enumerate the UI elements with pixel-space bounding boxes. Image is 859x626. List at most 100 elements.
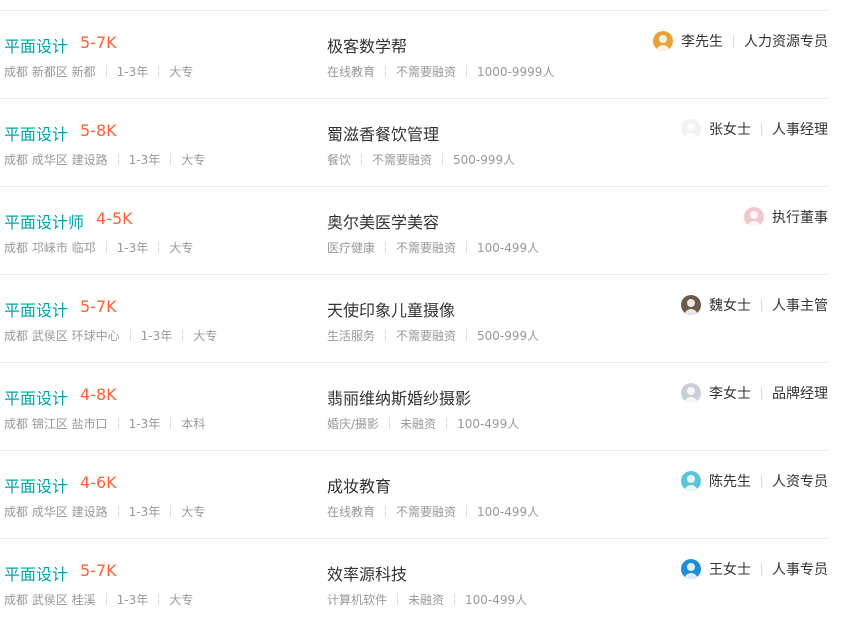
separator [158,66,160,77]
company-funding: 不需要融资 [396,329,457,343]
separator [117,154,119,165]
company-name-link[interactable]: 翡丽维纳斯婚纱摄影 [327,385,471,409]
separator [733,34,734,48]
separator [454,594,456,605]
job-salary: 5-7K [80,561,117,580]
photo-avatar-icon [681,295,701,315]
separator [117,506,119,517]
job-card[interactable]: 平面设计 4-6K 成都 成华区 建设路 1-3年 大专 成妆教育 在线教育 不需要融资 100… [0,451,828,539]
company-size: 500-999人 [477,329,540,343]
separator [761,298,762,312]
separator [158,242,160,253]
job-salary: 5-7K [80,297,117,316]
company-name-link[interactable]: 极客数学帮 [327,33,407,57]
company-funding: 未融资 [408,593,445,607]
job-card[interactable]: 平面设计 5-7K 成都 武侯区 环球中心 1-3年 大专 天使印象儿童摄像 生活服务 不需要… [0,275,828,363]
recruiter-title: 人事专员 [772,562,828,578]
recruiter-title: 人资专员 [772,474,828,490]
job-salary: 4-6K [80,473,117,492]
separator [466,506,468,517]
job-location: 成都 武侯区 桂溪 [4,593,96,607]
job-card[interactable]: 平面设计 5-8K 成都 成华区 建设路 1-3年 大专 蜀滋香餐饮管理 餐饮 不需要融资 50… [0,99,828,187]
separator [105,66,107,77]
separator [385,506,387,517]
company-industry: 医疗健康 [327,241,376,255]
recruiter-info[interactable]: 李先生 人力资源专员 [653,31,828,51]
sketch-avatar-icon [681,119,701,139]
separator [182,330,184,341]
recruiter-info[interactable]: 执行董事 [744,207,828,227]
separator [170,506,172,517]
company-size: 100-499人 [477,505,540,519]
recruiter-title: 人事主管 [772,298,828,314]
company-size: 500-999人 [453,153,516,167]
recruiter-info[interactable]: 张女士 人事经理 [681,119,828,139]
recruiter-title: 品牌经理 [772,386,828,402]
company-name-link[interactable]: 天使印象儿童摄像 [327,297,455,321]
company-funding: 未融资 [400,417,437,431]
job-location: 成都 成华区 建设路 [4,153,108,167]
separator [466,330,468,341]
separator [361,154,363,165]
job-location: 成都 成华区 建设路 [4,505,108,519]
job-salary: 4-5K [96,209,133,228]
separator [385,66,387,77]
job-requirements: 成都 成华区 建设路 1-3年 大专 [4,151,205,168]
job-experience: 1-3年 [116,593,149,607]
company-size: 1000-9999人 [477,65,555,79]
job-card[interactable]: 平面设计师 4-5K 成都 邛崃市 临邛 1-3年 大专 奥尔美医学美容 医疗健康 不需要融资… [0,187,828,275]
cartoon-man-avatar-icon [681,471,701,491]
separator [466,66,468,77]
company-funding: 不需要融资 [396,505,457,519]
recruiter-info[interactable]: 王女士 人事专员 [681,559,828,579]
job-experience: 1-3年 [116,65,149,79]
company-info: 在线教育 不需要融资 1000-9999人 [327,63,554,80]
recruiter-title: 执行董事 [772,210,828,226]
job-title-link[interactable]: 平面设计 [4,473,68,497]
cartoon-avatar-icon [653,31,673,51]
separator [170,418,172,429]
job-list: 平面设计 5-7K 成都 新都区 新都 1-3年 大专 极客数学帮 在线教育 不需要融资 100… [0,11,828,626]
job-education: 大专 [169,593,194,607]
recruiter-info[interactable]: 魏女士 人事主管 [681,295,828,315]
company-industry: 婚庆/摄影 [327,417,380,431]
separator [397,594,399,605]
job-card[interactable]: 平面设计 4-8K 成都 锦江区 盐市口 1-3年 本科 翡丽维纳斯婚纱摄影 婚庆/摄影 未融… [0,363,828,451]
company-name-link[interactable]: 蜀滋香餐饮管理 [327,121,439,145]
job-experience: 1-3年 [128,417,161,431]
job-title-link[interactable]: 平面设计 [4,385,68,409]
job-title-link[interactable]: 平面设计 [4,33,68,57]
company-logo-icon [681,559,701,579]
job-education: 大专 [181,153,206,167]
girl-avatar-icon [681,383,701,403]
job-requirements: 成都 邛崃市 临邛 1-3年 大专 [4,239,193,256]
recruiter-name: 李先生 [681,34,723,50]
job-location: 成都 武侯区 环球中心 [4,329,120,343]
job-card[interactable]: 平面设计 5-7K 成都 新都区 新都 1-3年 大专 极客数学帮 在线教育 不需要融资 100… [0,11,828,99]
separator [158,594,160,605]
job-location: 成都 锦江区 盐市口 [4,417,108,431]
job-education: 大专 [169,65,194,79]
company-name-link[interactable]: 成妆教育 [327,473,391,497]
recruiter-title: 人事经理 [772,122,828,138]
job-title-link[interactable]: 平面设计 [4,297,68,321]
job-title-link[interactable]: 平面设计师 [4,209,84,233]
company-size: 100-499人 [477,241,540,255]
separator [446,418,448,429]
company-info: 在线教育 不需要融资 100-499人 [327,503,539,520]
job-title-link[interactable]: 平面设计 [4,121,68,145]
recruiter-name: 魏女士 [709,298,751,314]
woman-avatar-icon [744,207,764,227]
recruiter-info[interactable]: 陈先生 人资专员 [681,471,828,491]
company-size: 100-499人 [457,417,520,431]
job-title-link[interactable]: 平面设计 [4,561,68,585]
company-industry: 计算机软件 [327,593,388,607]
job-education: 大专 [193,329,218,343]
job-experience: 1-3年 [140,329,173,343]
job-card[interactable]: 平面设计 5-7K 成都 武侯区 桂溪 1-3年 大专 效率源科技 计算机软件 未融资 100-… [0,539,828,626]
separator [761,562,762,576]
job-education: 本科 [181,417,206,431]
company-name-link[interactable]: 奥尔美医学美容 [327,209,439,233]
company-name-link[interactable]: 效率源科技 [327,561,407,585]
recruiter-info[interactable]: 李女士 品牌经理 [681,383,828,403]
